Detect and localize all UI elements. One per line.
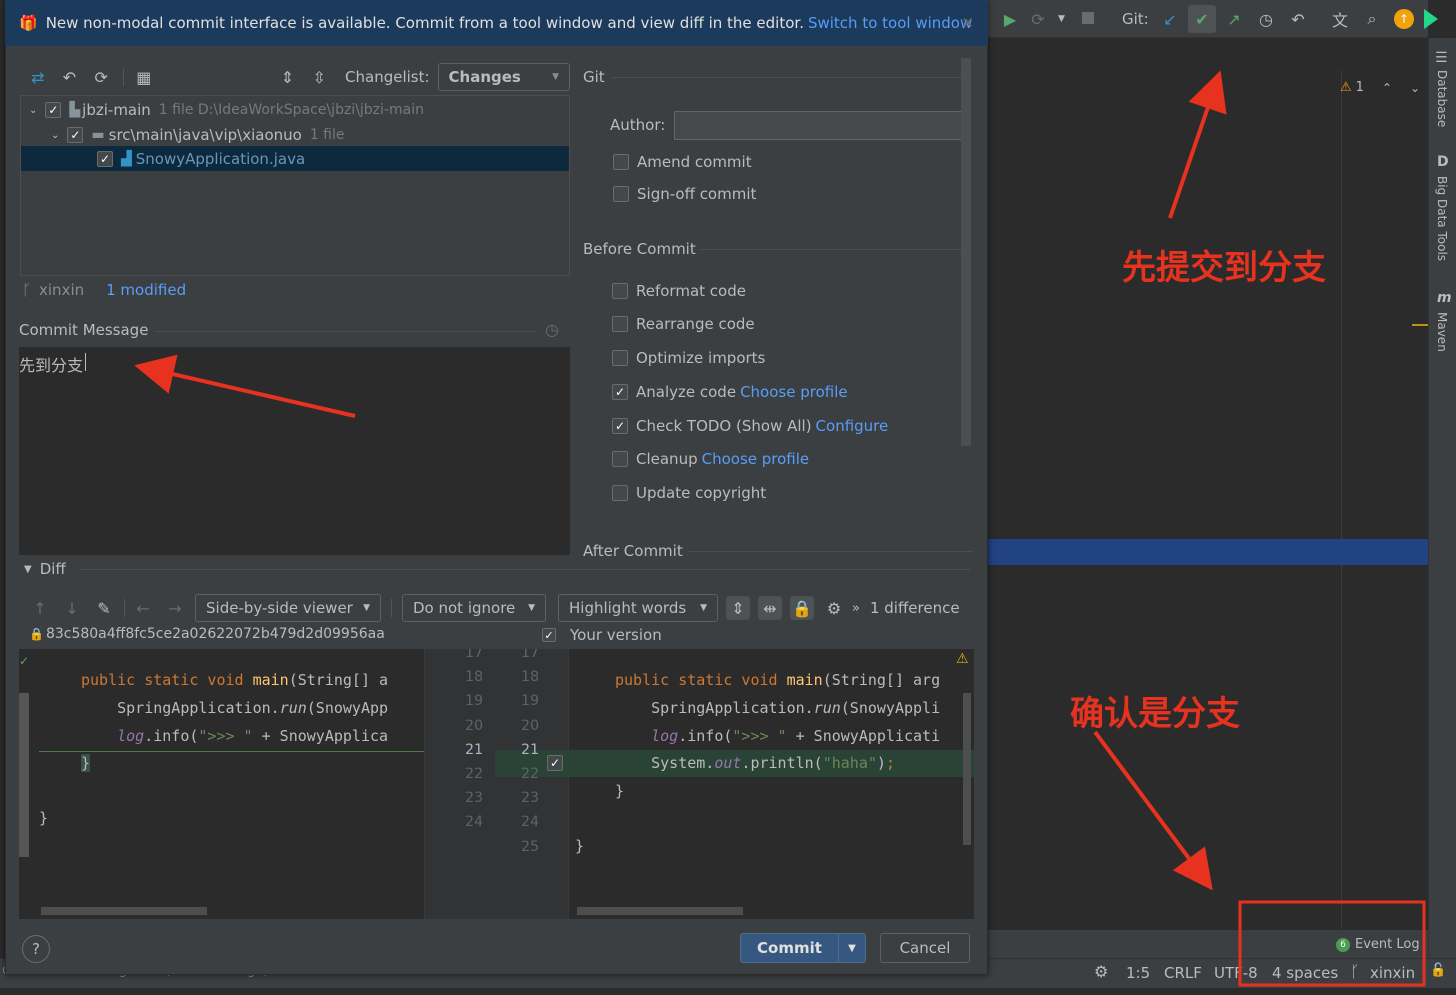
annotation-arrows: [134, 70, 1426, 987]
arrow-to-commit-icon: [1168, 70, 1227, 219]
branch-highlight-box: [1238, 900, 1426, 987]
arrow-to-message: [134, 354, 356, 418]
arrow-to-branch: [1093, 730, 1213, 891]
annotation-top-text: 先提交到分支: [1122, 248, 1326, 288]
annotation-bottom-text: 确认是分支: [1070, 694, 1240, 734]
